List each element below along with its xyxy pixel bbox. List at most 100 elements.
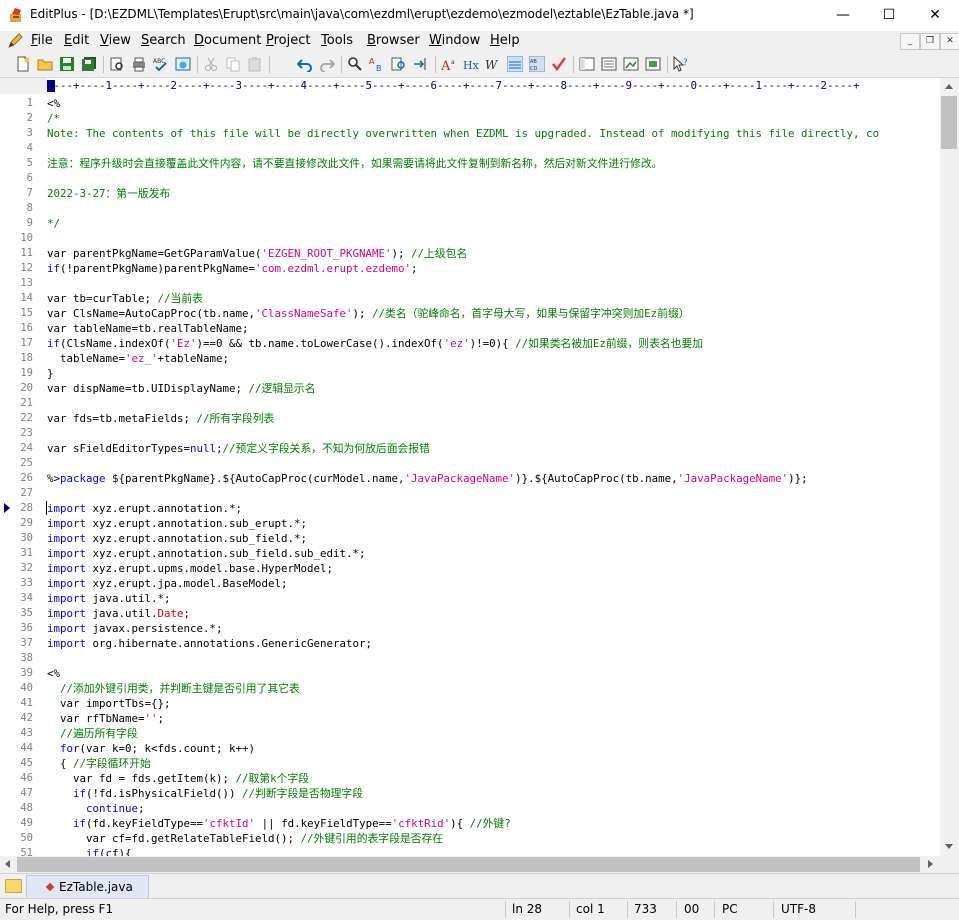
- code-line-48: continue;: [86, 802, 145, 815]
- find-icon[interactable]: [347, 56, 363, 72]
- code-line-19: }: [47, 367, 54, 380]
- svg-text:B: B: [376, 64, 382, 72]
- code-line-24: var sFieldEditorTypes=null;//预定义字段关系，不知为…: [47, 442, 430, 455]
- mdi-close-button[interactable]: ✕: [940, 33, 959, 50]
- menu-edit[interactable]: Edit: [64, 33, 89, 48]
- line-number: 24: [20, 442, 33, 454]
- line-number: 4: [26, 142, 33, 154]
- tab-eztable-java[interactable]: EzTable.java: [26, 875, 149, 898]
- code-line-28: import xyz.erupt.annotation.*;: [47, 502, 243, 515]
- horizontal-scrollbar[interactable]: [0, 856, 940, 873]
- directory-window-icon[interactable]: [601, 56, 617, 72]
- scroll-right-arrow-icon[interactable]: [928, 860, 933, 868]
- copy-icon[interactable]: [225, 56, 241, 72]
- line-number: 14: [20, 292, 33, 304]
- code-line-16: var tableName=tb.realTableName;: [47, 322, 249, 335]
- check-icon[interactable]: [551, 56, 567, 72]
- full-screen-icon[interactable]: [645, 56, 661, 72]
- scroll-left-arrow-icon[interactable]: [5, 860, 10, 868]
- output-window-icon[interactable]: [623, 56, 639, 72]
- code-line-37: import org.hibernate.annotations.Generic…: [47, 637, 373, 650]
- open-folder-icon[interactable]: [37, 56, 53, 72]
- status-bar: For Help, press F1 ln 28 col 1 733 00 PC…: [0, 898, 959, 920]
- line-number: 30: [20, 532, 33, 544]
- font-icon[interactable]: Aa: [441, 56, 457, 72]
- ruler-scale: ----+----1----+----2----+----3----+----4…: [47, 79, 860, 92]
- code-line-33: import xyz.erupt.jpa.model.BaseModel;: [47, 577, 288, 590]
- code-line-51: if(cf){: [86, 847, 132, 856]
- cliptext-window-icon[interactable]: [579, 56, 595, 72]
- line-number: 47: [20, 787, 33, 799]
- code-line-43: //遍历所有字段: [47, 727, 138, 740]
- menu-window[interactable]: Window: [429, 33, 480, 48]
- modified-file-icon: [45, 882, 55, 892]
- code-line-50: var cf=fd.getRelateTableField(); //外键引用的…: [47, 832, 444, 845]
- line-number: 40: [20, 682, 33, 694]
- code-line-40: //添加外键引用类，并判断主键是否引用了其它表: [47, 682, 300, 695]
- save-icon[interactable]: [59, 56, 75, 72]
- menu-browser[interactable]: Browser: [367, 33, 420, 48]
- menu-search[interactable]: Search: [141, 33, 186, 48]
- menu-view[interactable]: View: [100, 33, 131, 48]
- menu-help[interactable]: Help: [490, 33, 520, 48]
- browser-icon[interactable]: [175, 56, 191, 72]
- line-number: 17: [20, 337, 33, 349]
- print-preview-icon[interactable]: [109, 56, 125, 72]
- scroll-down-arrow-icon[interactable]: [945, 844, 953, 849]
- vertical-scroll-thumb[interactable]: [941, 96, 957, 149]
- ruler-toggle-icon[interactable]: [507, 56, 523, 72]
- horizontal-scroll-thumb[interactable]: [17, 857, 920, 872]
- menu-tools[interactable]: Tools: [321, 33, 353, 48]
- mdi-minimize-button[interactable]: _: [900, 33, 920, 50]
- toolbar: ABC AB Aa Hx W AB CD ?: [0, 52, 959, 78]
- status-encoding[interactable]: UTF-8: [781, 902, 816, 916]
- code-line-22: var fds=tb.metaFields; //所有字段列表: [47, 412, 275, 425]
- menu-file[interactable]: File: [31, 33, 53, 48]
- redo-icon[interactable]: [319, 56, 335, 72]
- scroll-up-arrow-icon[interactable]: [945, 84, 953, 89]
- menu-bar: File Edit View Search Document Project T…: [0, 31, 959, 52]
- folder-icon[interactable]: [5, 879, 22, 893]
- code-line-15: var ClsName=AutoCapProc(tb.name,'ClassNa…: [47, 307, 690, 320]
- line-number: 21: [20, 397, 33, 409]
- context-help-icon[interactable]: ?: [673, 56, 689, 72]
- minimize-button[interactable]: —: [820, 0, 866, 30]
- status-help-text: For Help, press F1: [5, 902, 114, 916]
- code-editor[interactable]: 1 2 3 4 5 6 7 8 9 10 11 12 13 14 15 16 17 18 19 20 21 22 23 24 2…: [0, 94, 940, 856]
- line-number: 22: [20, 412, 33, 424]
- status-column: col 1: [576, 902, 605, 916]
- line-number: 23: [20, 427, 33, 439]
- code-line-29: import xyz.erupt.annotation.sub_erupt.*;: [47, 517, 308, 530]
- find-in-files-icon[interactable]: [391, 56, 407, 72]
- spell-check-icon[interactable]: ABC: [153, 56, 169, 72]
- maximize-button[interactable]: ☐: [866, 0, 912, 30]
- vertical-scrollbar[interactable]: [940, 78, 959, 856]
- current-line-marker-icon: [4, 503, 10, 513]
- svg-text:A: A: [369, 57, 375, 66]
- menu-document[interactable]: Document: [194, 33, 261, 48]
- print-icon[interactable]: [131, 56, 147, 72]
- line-number: 13: [20, 277, 33, 289]
- undo-icon[interactable]: [297, 56, 313, 72]
- line-number: 18: [20, 352, 33, 364]
- new-file-icon[interactable]: [15, 56, 31, 72]
- menu-project[interactable]: Project: [266, 33, 311, 48]
- status-line-ending[interactable]: PC: [722, 902, 738, 916]
- title-bar: EditPlus - [D:\EZDML\Templates\Erupt\src…: [0, 0, 959, 31]
- code-line-35: import java.util.Date;: [47, 607, 191, 620]
- code-line-32: import xyz.erupt.upms.model.base.HyperMo…: [47, 562, 334, 575]
- close-button[interactable]: ✕: [912, 0, 958, 30]
- code-line-17: if(ClsName.indexOf('Ez')==0 && tb.name.t…: [47, 337, 704, 350]
- code-line-18: tableName='ez_'+tableName;: [47, 352, 230, 365]
- line-number: 35: [20, 607, 33, 619]
- replace-icon[interactable]: AB: [369, 56, 385, 72]
- line-number-toggle-icon[interactable]: ABCD: [529, 56, 545, 72]
- editplus-logo-icon: [10, 8, 21, 22]
- goto-line-icon[interactable]: [413, 56, 429, 72]
- paste-icon[interactable]: [247, 56, 263, 72]
- mdi-restore-button[interactable]: ❐: [920, 33, 940, 50]
- cut-icon[interactable]: [203, 56, 219, 72]
- word-wrap-icon[interactable]: W: [485, 56, 501, 72]
- save-all-icon[interactable]: [81, 56, 97, 72]
- hex-viewer-icon[interactable]: Hx: [463, 56, 479, 72]
